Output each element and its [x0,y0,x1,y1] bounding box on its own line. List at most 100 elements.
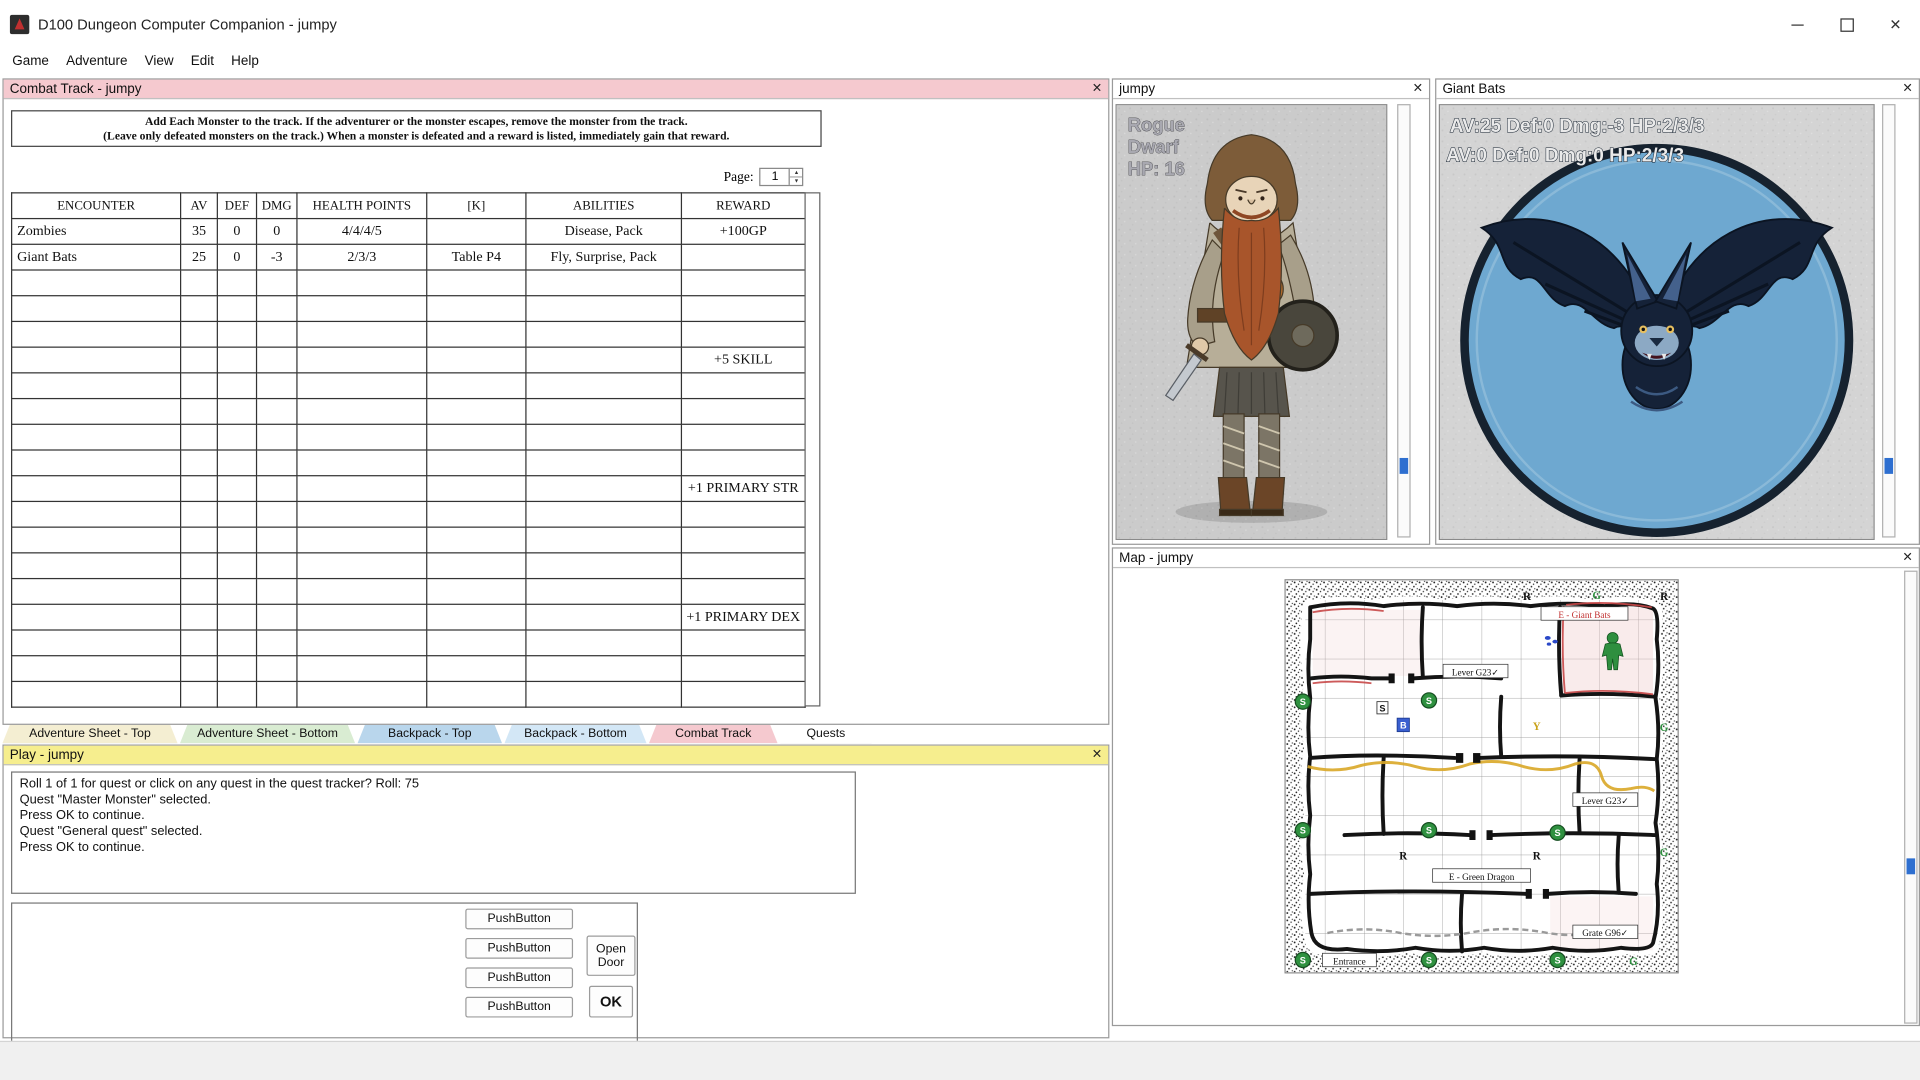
tab-backpack-top[interactable]: Backpack - Top [358,725,502,743]
combat-table-cell [525,603,683,631]
combat-table-row[interactable] [11,295,806,323]
ok-button[interactable]: OK [588,985,634,1018]
combat-table-row[interactable] [11,449,806,477]
combat-table-row[interactable]: +1 PRIMARY STR [11,475,806,503]
character-title: jumpy [1119,81,1156,97]
combat-table-row[interactable] [11,500,806,528]
tab-adventure-sheet-bottom[interactable]: Adventure Sheet - Bottom [180,725,355,743]
combat-table-row[interactable] [11,680,806,708]
combat-table-row[interactable] [11,269,806,297]
combat-table-row[interactable] [11,577,806,605]
combat-table-cell [296,629,428,657]
combat-table-row[interactable] [11,629,806,657]
combat-table-cell [180,295,218,323]
combat-table-cell [525,346,683,374]
window-titlebar: D100 Dungeon Computer Companion - jumpy … [0,0,1920,49]
combat-table-cell [11,423,182,451]
spinner-down-icon[interactable]: ▼ [790,178,802,185]
combat-table-cell [216,372,258,400]
close-button[interactable]: ✕ [1871,0,1920,49]
combat-table-row[interactable] [11,372,806,400]
combat-table-cell [11,372,182,400]
svg-text:S: S [1554,828,1560,838]
minimize-button[interactable] [1773,0,1822,49]
menu-game[interactable]: Game [12,54,49,69]
svg-text:G: G [1592,590,1601,602]
character-scrollbar-handle[interactable] [1399,457,1409,474]
map-close-icon[interactable]: ✕ [1902,551,1912,564]
combat-table-cell [525,655,683,683]
combat-track-close-icon[interactable]: ✕ [1092,82,1102,95]
combat-table-cell [216,269,258,297]
tab-adventure-sheet-top[interactable]: Adventure Sheet - Top [2,725,177,743]
play-close-icon[interactable]: ✕ [1092,748,1102,761]
combat-table-cell [296,552,428,580]
map-marker-s: S [1420,951,1438,969]
menu-edit[interactable]: Edit [191,54,214,69]
monster-scrollbar[interactable] [1882,104,1896,538]
combat-table-row[interactable] [11,526,806,554]
combat-table-row[interactable]: Giant Bats 25 0 -3 2/3/3 Table P4 Fly, Surpris… [11,243,806,271]
push-button-3[interactable]: PushButton [465,967,574,989]
combat-table-row[interactable]: Zombies 35 0 0 4/4/4/5 Disease, Pack +100GP [11,217,806,245]
combat-table-cell [11,552,182,580]
combat-table-row[interactable] [11,320,806,348]
map-scrollbar-handle[interactable] [1906,858,1916,875]
combat-table-scrollbar[interactable] [804,192,821,707]
combat-table-row[interactable] [11,397,806,425]
monster-close-icon[interactable]: ✕ [1902,82,1912,95]
character-close-icon[interactable]: ✕ [1413,82,1423,95]
maximize-button[interactable] [1822,0,1871,49]
page-spinner[interactable]: 1 ▲ ▼ [759,167,804,187]
push-button-2[interactable]: PushButton [465,937,574,959]
svg-text:R: R [1660,591,1669,603]
combat-table-cell [216,603,258,631]
map-label: Grate G96✓ [1572,924,1639,939]
combat-table-row[interactable] [11,552,806,580]
tab-quests[interactable]: Quests [780,725,872,743]
map-marker-b: B [1396,717,1410,733]
combat-table-row[interactable] [11,423,806,451]
map-marker-s: S [1294,693,1312,710]
combat-table-cell [180,603,218,631]
play-titlebar: Play - jumpy ✕ [3,745,1109,766]
open-door-button[interactable]: Open Door [586,935,636,976]
menu-help[interactable]: Help [231,54,259,69]
map-scrollbar[interactable] [1904,570,1918,1024]
combat-table-row[interactable]: +1 PRIMARY DEX [11,603,806,631]
combat-table-cell [255,500,298,528]
menu-adventure[interactable]: Adventure [66,54,127,69]
map-titlebar: Map - jumpy ✕ [1113,549,1919,569]
combat-table-cell [180,475,218,503]
combat-table-cell [255,629,298,657]
combat-table-cell [255,655,298,683]
menu-view[interactable]: View [145,54,174,69]
combat-table-cell [296,577,428,605]
push-button-4[interactable]: PushButton [465,996,574,1018]
combat-table-cell [426,423,527,451]
combat-table-cell [11,629,182,657]
combat-table-cell: 4/4/4/5 [296,217,428,245]
map-marker-s: S [1549,951,1566,969]
svg-text:R: R [1533,851,1542,863]
combat-table-cell [680,526,806,554]
combat-table-cell [525,500,683,528]
map-marker-g: G [1629,956,1638,968]
svg-text:Y: Y [1533,721,1541,733]
page-input[interactable]: 1 [761,169,789,185]
combat-table-cell [426,217,527,245]
tab-combat-track[interactable]: Combat Track [649,725,778,743]
combat-table-cell [255,475,298,503]
monster-scrollbar-handle[interactable] [1884,457,1894,474]
dungeon-map-image[interactable]: R G R S S S B Y G S S S R R G S S S G E - Giant Bats Lever G… [1285,580,1678,973]
combat-table-cell [426,346,527,374]
combat-table-row[interactable] [11,655,806,683]
tab-backpack-bottom[interactable]: Backpack - Bottom [504,725,646,743]
spinner-up-icon[interactable]: ▲ [790,169,803,178]
push-button-1[interactable]: PushButton [465,908,574,930]
combat-table-row[interactable]: +5 SKILL [11,346,806,374]
combat-table-cell [180,629,218,657]
character-scrollbar[interactable] [1397,104,1411,538]
map-marker-g: G [1660,847,1669,859]
combat-table-cell [216,526,258,554]
